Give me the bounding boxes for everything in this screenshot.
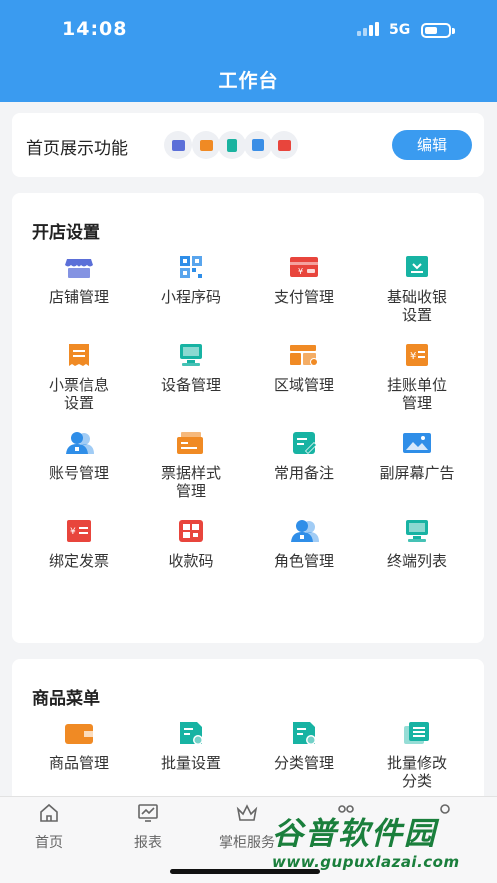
battery-icon bbox=[421, 23, 455, 38]
store-setting-item-label: 常用备注 bbox=[273, 464, 334, 482]
crown-icon bbox=[236, 804, 258, 821]
store-setting-item-label: 绑定发票 bbox=[48, 552, 109, 570]
store-settings-title: 开店设置 bbox=[32, 223, 100, 243]
status-time: 14:08 bbox=[62, 18, 128, 40]
mini-document-icon bbox=[218, 131, 246, 159]
store-setting-item[interactable]: 小程序码 bbox=[136, 255, 246, 306]
report-chart-icon bbox=[138, 804, 158, 822]
mini-storefront-icon bbox=[164, 131, 192, 159]
store-setting-item-label: 小票信息 设置 bbox=[48, 376, 109, 412]
watermark: 谷普软件园 www.gupuxlazai.com bbox=[272, 808, 494, 878]
store-setting-item[interactable]: 设备管理 bbox=[136, 343, 246, 394]
signal-icon bbox=[357, 22, 379, 36]
home-features-card: 首页展示功能 编辑 bbox=[12, 113, 484, 177]
app-header: 14:08 5G 工作台 bbox=[0, 0, 497, 102]
storefront-icon bbox=[64, 255, 94, 279]
store-setting-item-label: 小程序码 bbox=[160, 288, 221, 306]
ticket-style-icon bbox=[176, 431, 206, 455]
receipt-icon bbox=[64, 343, 94, 367]
product-menu-item[interactable]: 批量设置 bbox=[136, 721, 246, 772]
role-user-icon bbox=[289, 519, 319, 543]
store-setting-item-label: 终端列表 bbox=[386, 552, 447, 570]
store-setting-item[interactable]: 店铺管理 bbox=[24, 255, 134, 306]
cash-register-icon bbox=[402, 255, 432, 279]
store-settings-card: 开店设置 店铺管理 小程序码 ¥ 支付管理 基础收银 设置小票信息 设置 设备管理 区域管理… bbox=[12, 193, 484, 643]
qr-code-icon bbox=[176, 255, 206, 279]
network-type: 5G bbox=[389, 22, 411, 38]
store-setting-item[interactable]: 副屏幕广告 bbox=[362, 431, 472, 482]
store-setting-item[interactable]: ¥ 挂账单位 管理 bbox=[362, 343, 472, 412]
tab-report-label: 报表 bbox=[134, 835, 162, 851]
image-screen-icon bbox=[402, 431, 432, 455]
home-features-label: 首页展示功能 bbox=[26, 139, 128, 159]
store-setting-item[interactable]: 小票信息 设置 bbox=[24, 343, 134, 412]
area-layout-icon bbox=[289, 343, 319, 367]
home-icon bbox=[40, 803, 58, 822]
product-menu-item-label: 批量设置 bbox=[160, 754, 221, 772]
svg-text:¥: ¥ bbox=[410, 351, 416, 362]
batch-edit-category-icon bbox=[402, 721, 432, 745]
product-menu-title: 商品菜单 bbox=[32, 689, 100, 709]
home-indicator[interactable] bbox=[170, 869, 320, 874]
payment-qr-icon bbox=[176, 519, 206, 543]
terminal-icon bbox=[402, 519, 432, 543]
product-wallet-icon bbox=[64, 721, 94, 745]
store-setting-item[interactable]: ¥ 绑定发票 bbox=[24, 519, 134, 570]
store-setting-item-label: 账号管理 bbox=[48, 464, 109, 482]
edit-button[interactable]: 编辑 bbox=[392, 130, 472, 160]
product-menu-item[interactable]: 批量修改 分类 bbox=[362, 721, 472, 790]
product-menu-item-label: 商品管理 bbox=[48, 754, 109, 772]
product-menu-item[interactable]: 商品管理 bbox=[24, 721, 134, 772]
store-setting-item-label: 票据样式 管理 bbox=[160, 464, 221, 500]
mini-wallet-icon bbox=[192, 131, 220, 159]
svg-text:¥: ¥ bbox=[298, 267, 303, 276]
store-setting-item[interactable]: ¥ 支付管理 bbox=[249, 255, 359, 306]
mini-qr-code-icon bbox=[244, 131, 272, 159]
tab-report[interactable]: 报表 bbox=[99, 803, 197, 852]
store-setting-item[interactable]: 票据样式 管理 bbox=[136, 431, 246, 500]
product-menu-item-label: 批量修改 分类 bbox=[386, 754, 447, 790]
category-icon bbox=[289, 721, 319, 745]
user-account-icon bbox=[64, 431, 94, 455]
store-setting-item[interactable]: 基础收银 设置 bbox=[362, 255, 472, 324]
tab-home-label: 首页 bbox=[35, 835, 63, 851]
svg-text:¥: ¥ bbox=[70, 527, 76, 537]
store-setting-item[interactable]: 角色管理 bbox=[249, 519, 359, 570]
credit-unit-icon: ¥ bbox=[402, 343, 432, 367]
store-setting-item-label: 基础收银 设置 bbox=[386, 288, 447, 324]
store-setting-item-label: 收款码 bbox=[168, 552, 214, 570]
store-setting-item-label: 支付管理 bbox=[273, 288, 334, 306]
store-setting-item-label: 店铺管理 bbox=[48, 288, 109, 306]
store-setting-item-label: 挂账单位 管理 bbox=[386, 376, 447, 412]
invoice-icon: ¥ bbox=[64, 519, 94, 543]
store-setting-item-label: 副屏幕广告 bbox=[379, 464, 455, 482]
status-bar: 14:08 5G bbox=[0, 0, 497, 60]
note-edit-icon bbox=[289, 431, 319, 455]
watermark-brand: 谷普软件园 bbox=[272, 816, 437, 852]
tab-home[interactable]: 首页 bbox=[0, 803, 98, 852]
store-setting-item[interactable]: 终端列表 bbox=[362, 519, 472, 570]
batch-settings-icon bbox=[176, 721, 206, 745]
store-setting-item[interactable]: 常用备注 bbox=[249, 431, 359, 482]
store-setting-item[interactable]: 账号管理 bbox=[24, 431, 134, 482]
mini-card-icon bbox=[270, 131, 298, 159]
store-setting-item[interactable]: 收款码 bbox=[136, 519, 246, 570]
store-setting-item-label: 设备管理 bbox=[160, 376, 221, 394]
page-title: 工作台 bbox=[218, 70, 279, 92]
product-menu-item-label: 分类管理 bbox=[273, 754, 334, 772]
store-setting-item-label: 角色管理 bbox=[273, 552, 334, 570]
store-setting-item-label: 区域管理 bbox=[273, 376, 334, 394]
product-menu-item[interactable]: 分类管理 bbox=[249, 721, 359, 772]
store-setting-item[interactable]: 区域管理 bbox=[249, 343, 359, 394]
device-monitor-icon bbox=[176, 343, 206, 367]
payment-card-icon: ¥ bbox=[289, 255, 319, 279]
